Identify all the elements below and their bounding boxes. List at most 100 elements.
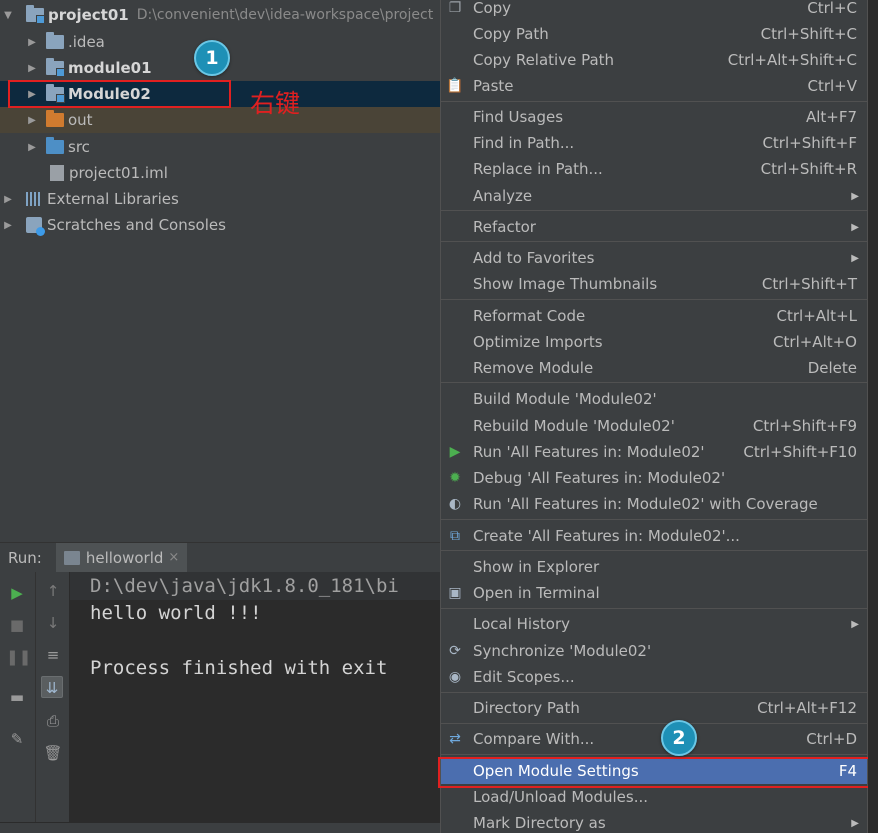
paste-icon: 📋 <box>446 78 464 94</box>
tree-item-label: out <box>68 111 93 129</box>
menu-separator <box>441 210 867 211</box>
menu-item-find-in-path[interactable]: Find in Path... Ctrl+Shift+F <box>441 130 867 156</box>
compare-icon: ⇄ <box>449 731 461 747</box>
module-folder-icon <box>46 58 65 77</box>
menu-item-run-with-coverage[interactable]: ◐ Run 'All Features in: Module02' with C… <box>441 491 867 517</box>
annotation-highlight-module02 <box>8 80 231 108</box>
annotation-badge-2: 2 <box>661 720 697 756</box>
tree-item-label: module01 <box>68 59 152 77</box>
submenu-arrow-icon: ▶ <box>851 221 859 233</box>
menu-item-find-usages[interactable]: Find Usages Alt+F7 <box>441 104 867 130</box>
tab-helloworld[interactable]: helloworld × <box>55 542 188 573</box>
coverage-icon: ◐ <box>448 496 462 512</box>
console-line: Process finished with exit <box>90 657 388 679</box>
scroll-to-end-icon[interactable]: ⇊ <box>41 676 63 698</box>
print-icon[interactable]: ⎙ <box>42 710 64 732</box>
menu-separator <box>441 550 867 551</box>
run-icon: ▶ <box>449 444 461 460</box>
tree-row-iml[interactable]: project01.iml <box>0 160 442 186</box>
menu-item-replace-in-path[interactable]: Replace in Path... Ctrl+Shift+R <box>441 156 867 182</box>
tree-item-label: Scratches and Consoles <box>47 216 226 234</box>
menu-item-mark-directory-as[interactable]: Mark Directory as ▶ <box>441 810 867 833</box>
project-path: D:\convenient\dev\idea-workspace\project <box>136 7 434 23</box>
tree-item-label: project01.iml <box>69 164 168 182</box>
submenu-arrow-icon: ▶ <box>851 618 859 630</box>
chevron-right-icon[interactable]: ▶ <box>26 37 38 48</box>
tree-row-src[interactable]: ▶ src <box>0 134 442 160</box>
tree-row-project01[interactable]: ▼ project01 D:\convenient\dev\idea-works… <box>0 2 442 28</box>
menu-separator <box>441 519 867 520</box>
menu-item-add-to-favorites[interactable]: Add to Favorites ▶ <box>441 245 867 271</box>
menu-item-debug-all-features[interactable]: ✹ Debug 'All Features in: Module02' <box>441 465 867 491</box>
menu-item-compare-with[interactable]: ⇄ Compare With... Ctrl+D <box>441 726 867 752</box>
pin-icon[interactable]: ✎ <box>6 728 28 750</box>
menu-item-copy-relative-path[interactable]: Copy Relative Path Ctrl+Alt+Shift+C <box>441 47 867 73</box>
chevron-right-icon[interactable]: ▶ <box>26 63 38 74</box>
annotation-right-click-note: 右键 <box>250 89 301 118</box>
chevron-right-icon[interactable]: ▶ <box>2 220 14 231</box>
scopes-icon: ◉ <box>448 669 462 685</box>
menu-item-synchronize[interactable]: ⟳ Synchronize 'Module02' <box>441 638 867 664</box>
pause-icon[interactable]: ❚❚ <box>6 646 31 668</box>
menu-item-copy-path[interactable]: Copy Path Ctrl+Shift+C <box>441 21 867 47</box>
annotation-badge-1: 1 <box>194 40 230 76</box>
run-panel-header: Run: helloworld × <box>0 542 442 573</box>
menu-item-edit-scopes[interactable]: ◉ Edit Scopes... <box>441 664 867 690</box>
console-output[interactable]: D:\dev\java\jdk1.8.0_181\bi hello world … <box>70 572 442 822</box>
menu-separator <box>441 101 867 102</box>
module-folder-icon <box>26 5 45 24</box>
menu-item-show-image-thumbnails[interactable]: Show Image Thumbnails Ctrl+Shift+T <box>441 271 867 297</box>
layout-icon[interactable]: ▬ <box>6 686 28 708</box>
scratches-icon <box>26 217 45 236</box>
tree-row-out[interactable]: ▶ out <box>0 107 442 133</box>
menu-item-remove-module[interactable]: Remove Module Delete <box>441 355 867 381</box>
menu-item-reformat-code[interactable]: Reformat Code Ctrl+Alt+L <box>441 303 867 329</box>
create-config-icon: ⧉ <box>450 528 460 544</box>
folder-icon <box>46 32 64 49</box>
rerun-icon[interactable]: ▶ <box>6 582 28 604</box>
chevron-right-icon[interactable]: ▶ <box>26 115 38 126</box>
soft-wrap-icon[interactable]: ≡ <box>42 644 64 666</box>
menu-separator <box>441 692 867 693</box>
stop-icon[interactable]: ■ <box>6 614 28 636</box>
chevron-right-icon[interactable]: ▶ <box>2 194 14 205</box>
menu-item-copy[interactable]: ❐ Copy Ctrl+C <box>441 0 867 21</box>
copy-icon: ❐ <box>448 0 462 16</box>
annotation-highlight-open-module-settings <box>438 757 875 788</box>
chevron-down-icon[interactable]: ▼ <box>2 10 14 21</box>
sync-icon: ⟳ <box>449 643 461 659</box>
menu-item-run-all-features[interactable]: ▶ Run 'All Features in: Module02' Ctrl+S… <box>441 439 867 465</box>
editor-edge <box>868 0 878 833</box>
menu-item-show-in-explorer[interactable]: Show in Explorer <box>441 554 867 580</box>
menu-separator <box>441 754 867 755</box>
menu-item-create-config[interactable]: ⧉ Create 'All Features in: Module02'... <box>441 523 867 549</box>
menu-item-refactor[interactable]: Refactor ▶ <box>441 214 867 240</box>
arrow-down-icon[interactable]: ↓ <box>42 612 64 634</box>
close-icon[interactable]: × <box>168 550 179 565</box>
debug-icon: ✹ <box>449 470 461 486</box>
run-toolbar: ▶ ■ ❚❚ ▬ ✎ <box>0 572 36 822</box>
menu-item-build-module[interactable]: Build Module 'Module02' <box>441 386 867 412</box>
menu-separator <box>441 382 867 383</box>
excluded-folder-icon <box>46 110 64 127</box>
source-folder-icon <box>46 137 64 154</box>
menu-item-analyze[interactable]: Analyze ▶ <box>441 183 867 209</box>
menu-item-directory-path[interactable]: Directory Path Ctrl+Alt+F12 <box>441 695 867 721</box>
arrow-up-icon[interactable]: ↑ <box>42 580 64 602</box>
menu-item-paste[interactable]: 📋 Paste Ctrl+V <box>441 73 867 99</box>
chevron-right-icon[interactable]: ▶ <box>26 142 38 153</box>
console-line: hello world !!! <box>90 602 262 624</box>
console-toolbar: ↑ ↓ ≡ ⇊ ⎙ 🗑 <box>36 572 70 822</box>
menu-item-rebuild-module[interactable]: Rebuild Module 'Module02' Ctrl+Shift+F9 <box>441 413 867 439</box>
tree-item-label: .idea <box>68 33 105 51</box>
submenu-arrow-icon: ▶ <box>851 252 859 264</box>
status-bar <box>0 822 442 833</box>
console-tab-icon <box>63 550 80 565</box>
trash-icon[interactable]: 🗑 <box>42 742 64 764</box>
tab-label: helloworld <box>85 548 164 567</box>
tree-row-scratches[interactable]: ▶ Scratches and Consoles <box>0 212 442 238</box>
menu-item-optimize-imports[interactable]: Optimize Imports Ctrl+Alt+O <box>441 329 867 355</box>
menu-item-open-in-terminal[interactable]: ▣ Open in Terminal <box>441 580 867 606</box>
tree-row-external-libraries[interactable]: ▶ External Libraries <box>0 186 442 212</box>
menu-item-local-history[interactable]: Local History ▶ <box>441 611 867 637</box>
